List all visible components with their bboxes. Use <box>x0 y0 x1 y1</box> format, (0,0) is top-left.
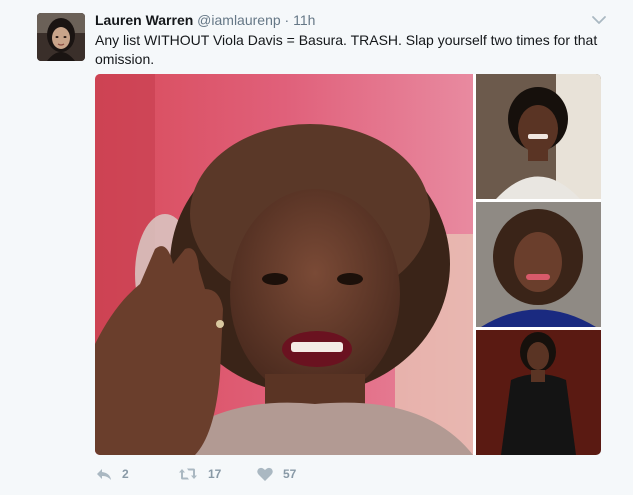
reply-button[interactable]: 2 <box>95 465 129 483</box>
reply-icon <box>95 465 113 483</box>
chevron-down-icon[interactable] <box>591 12 607 28</box>
timestamp[interactable]: 11h <box>293 12 315 28</box>
media-grid <box>95 74 601 455</box>
retweet-icon <box>177 465 199 483</box>
photo-side-3[interactable] <box>476 330 601 455</box>
tweet-actions: 2 17 57 <box>95 464 296 484</box>
tweet-header: Lauren Warren @iamlaurenp · 11h <box>95 11 315 29</box>
separator-dot: · <box>284 12 290 28</box>
reply-count: 2 <box>122 467 129 481</box>
heart-icon <box>256 465 274 483</box>
like-count: 57 <box>283 467 297 481</box>
photo-main[interactable] <box>95 74 473 455</box>
like-button[interactable]: 57 <box>256 465 296 483</box>
author-handle[interactable]: @iamlaurenp <box>197 12 280 28</box>
retweet-button[interactable]: 17 <box>177 465 221 483</box>
author-name[interactable]: Lauren Warren <box>95 12 193 28</box>
avatar[interactable] <box>37 13 85 61</box>
retweet-count: 17 <box>208 467 222 481</box>
photo-side-1[interactable] <box>476 74 601 199</box>
tweet-text: Any list WITHOUT Viola Davis = Basura. T… <box>95 32 598 67</box>
tweet: Lauren Warren @iamlaurenp · 11h Any list… <box>0 0 633 495</box>
photo-side-2[interactable] <box>476 202 601 327</box>
